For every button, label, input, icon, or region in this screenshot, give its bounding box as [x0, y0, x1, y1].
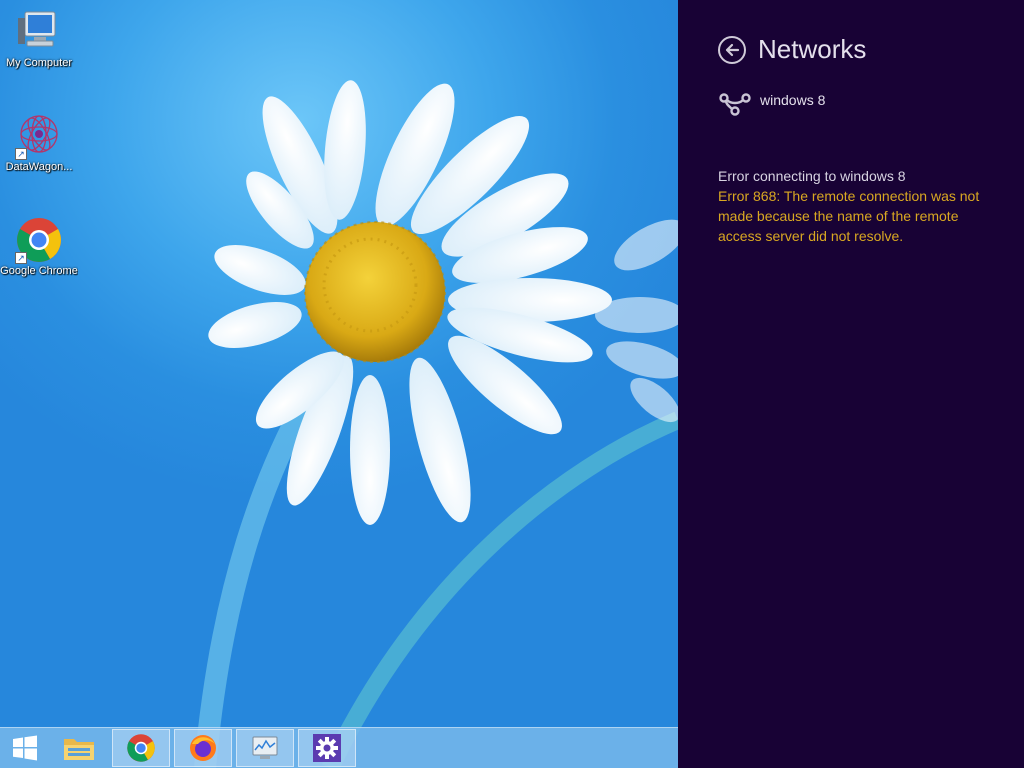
file-explorer-icon: [64, 739, 94, 760]
taskbar-file-explorer[interactable]: [50, 729, 108, 767]
network-item[interactable]: windows 8: [718, 90, 825, 118]
datawagon-icon: ↗: [15, 112, 63, 160]
computer-icon: [15, 8, 63, 56]
error-title: Error connecting to windows 8: [718, 168, 906, 184]
network-name: windows 8: [760, 92, 826, 108]
start-button[interactable]: [0, 728, 50, 768]
taskbar-chrome[interactable]: [112, 729, 170, 767]
shortcut-arrow-icon: ↗: [15, 148, 27, 160]
taskbar-settings[interactable]: [298, 729, 356, 767]
desktop-icon-label: DataWagon...: [5, 161, 73, 173]
settings-gear-icon: [313, 734, 341, 762]
dialup-connection-icon: [719, 93, 751, 116]
firefox-icon: [190, 735, 216, 761]
taskbar-resource-monitor[interactable]: [236, 729, 294, 767]
daisy-wallpaper: [194, 80, 678, 768]
chrome-icon: ↗: [15, 216, 63, 264]
desktop: My Computer ↗ DataWagon... ↗ Google Chro…: [0, 0, 678, 768]
desktop-icon-my-computer[interactable]: My Computer: [0, 8, 78, 71]
arrow-left-icon: [725, 43, 740, 56]
networks-panel: Networks windows 8 Error connecting to w…: [678, 0, 1024, 768]
panel-title: Networks: [758, 34, 867, 64]
desktop-icon-label: My Computer: [5, 57, 73, 69]
shortcut-arrow-icon: ↗: [15, 252, 27, 264]
taskbar: [0, 727, 678, 768]
resource-monitor-icon: [252, 736, 278, 759]
error-message: Error 868: The remote connection was not…: [718, 188, 980, 244]
error-block: Error connecting to windows 8 Error 868:…: [718, 166, 998, 246]
panel-header: Networks: [718, 34, 866, 65]
desktop-icon-datawagon[interactable]: ↗ DataWagon...: [0, 112, 78, 175]
taskbar-firefox[interactable]: [174, 729, 232, 767]
windows-start-icon: [13, 735, 37, 761]
chrome-icon: [127, 734, 155, 762]
desktop-icon-google-chrome[interactable]: ↗ Google Chrome: [0, 216, 78, 279]
desktop-icon-label: Google Chrome: [0, 265, 78, 277]
back-button[interactable]: [718, 35, 746, 64]
